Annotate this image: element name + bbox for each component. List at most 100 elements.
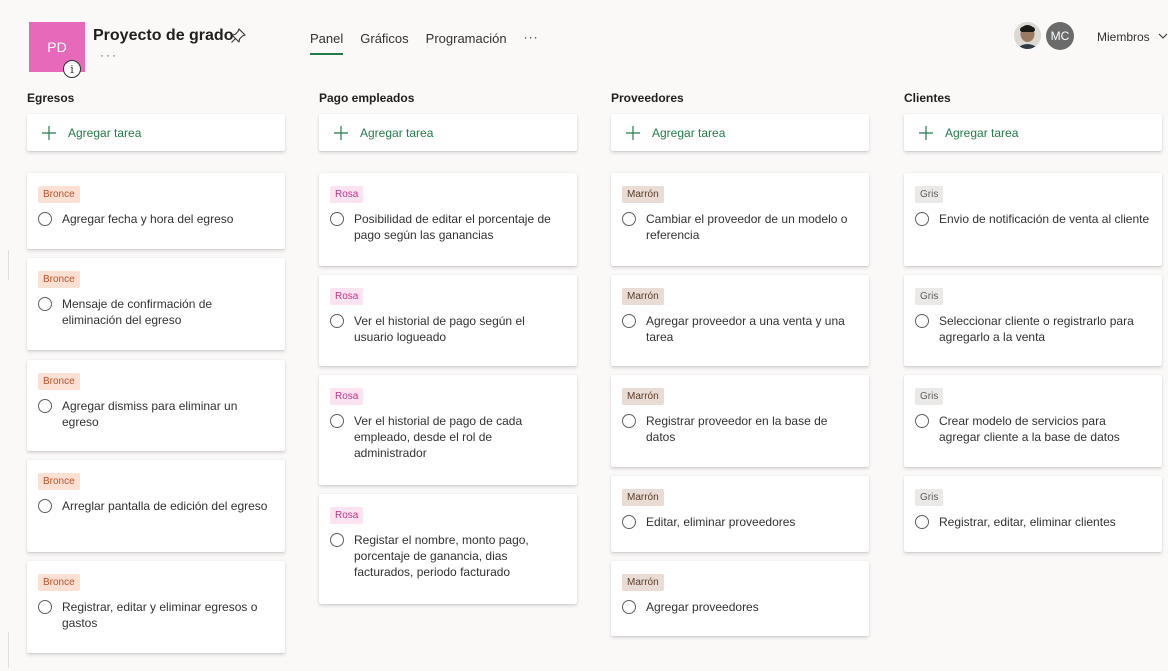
complete-task-checkbox[interactable]: [622, 314, 636, 328]
task-card[interactable]: Marrón Registrar proveedor en la base de…: [611, 375, 869, 467]
task-label: Rosa: [330, 186, 364, 203]
plus-icon: [334, 125, 348, 140]
task-title: Agregar proveedores: [646, 600, 759, 614]
user-photo-icon: [1014, 22, 1041, 49]
add-task-button[interactable]: Agregar tarea: [904, 114, 1162, 151]
divider: [8, 632, 9, 668]
task-label: Rosa: [330, 388, 364, 405]
tab-programacion[interactable]: Programación: [426, 31, 507, 46]
bucket-clientes: Clientes Agregar tarea Gris Envio de not…: [904, 91, 1162, 552]
task-title: Arreglar pantalla de edición del egreso: [62, 499, 268, 513]
task-card[interactable]: Marrón Editar, eliminar proveedores: [611, 476, 869, 552]
task-title: Posibilidad de editar el porcentaje de p…: [354, 212, 551, 242]
avatar-photo[interactable]: [1014, 22, 1041, 49]
complete-task-checkbox[interactable]: [915, 212, 929, 226]
complete-task-checkbox[interactable]: [330, 314, 344, 328]
complete-task-checkbox[interactable]: [915, 414, 929, 428]
complete-task-checkbox[interactable]: [622, 515, 636, 529]
task-card[interactable]: Marrón Agregar proveedor a una venta y u…: [611, 275, 869, 366]
complete-task-checkbox[interactable]: [622, 212, 636, 226]
add-task-button[interactable]: Agregar tarea: [27, 114, 285, 151]
task-title: Agregar fecha y hora del egreso: [62, 212, 234, 226]
tabs-more-button[interactable]: ···: [524, 30, 539, 46]
add-task-button[interactable]: Agregar tarea: [319, 114, 577, 151]
task-title: Agregar dismiss para eliminar un egreso: [62, 399, 238, 429]
add-task-button[interactable]: Agregar tarea: [611, 114, 869, 151]
task-label: Marrón: [622, 288, 664, 305]
task-title: Ver el historial de pago de cada emplead…: [354, 414, 523, 460]
task-label: Rosa: [330, 288, 364, 305]
task-title: Registrar, editar y eliminar egresos o g…: [62, 600, 258, 630]
task-card[interactable]: Marrón Agregar proveedores: [611, 561, 869, 636]
task-label: Bronce: [38, 373, 80, 390]
avatar[interactable]: MC: [1046, 22, 1074, 50]
complete-task-checkbox[interactable]: [330, 212, 344, 226]
task-label: Marrón: [622, 489, 664, 506]
complete-task-checkbox[interactable]: [38, 212, 52, 226]
task-label: Marrón: [622, 574, 664, 591]
info-icon[interactable]: i: [63, 60, 81, 78]
task-card[interactable]: Bronce Arreglar pantalla de edición del …: [27, 460, 285, 552]
task-card[interactable]: Bronce Agregar fecha y hora del egreso: [27, 173, 285, 249]
task-card[interactable]: Rosa Registar el nombre, monto pago, por…: [319, 494, 577, 604]
task-label: Gris: [915, 288, 944, 305]
chevron-down-icon[interactable]: [1158, 32, 1168, 40]
task-title: Crear modelo de servicios para agregar c…: [939, 414, 1120, 444]
task-card[interactable]: Bronce Mensaje de confirmación de elimin…: [27, 258, 285, 350]
plan-more-button[interactable]: ···: [100, 48, 118, 62]
task-card[interactable]: Bronce Agregar dismiss para eliminar un …: [27, 360, 285, 451]
divider: [8, 250, 9, 280]
task-title: Mensaje de confirmación de eliminación d…: [62, 297, 213, 327]
complete-task-checkbox[interactable]: [38, 499, 52, 513]
task-title: Registrar proveedor en la base de datos: [646, 414, 828, 444]
complete-task-checkbox[interactable]: [38, 600, 52, 614]
bucket-title[interactable]: Egresos: [27, 91, 285, 105]
task-title: Agregar proveedor a una venta y una tare…: [646, 314, 845, 344]
complete-task-checkbox[interactable]: [622, 600, 636, 614]
task-label: Gris: [915, 388, 944, 405]
complete-task-checkbox[interactable]: [38, 399, 52, 413]
task-card[interactable]: Gris Crear modelo de servicios para agre…: [904, 375, 1162, 467]
pin-icon[interactable]: [228, 26, 248, 46]
task-card[interactable]: Gris Envio de notificación de venta al c…: [904, 173, 1162, 266]
task-title: Seleccionar cliente o registrarlo para a…: [939, 314, 1134, 344]
complete-task-checkbox[interactable]: [622, 414, 636, 428]
bucket-egresos: Egresos Agregar tarea Bronce Agregar fec…: [27, 91, 285, 653]
task-card[interactable]: Gris Seleccionar cliente o registrarlo p…: [904, 275, 1162, 366]
complete-task-checkbox[interactable]: [38, 297, 52, 311]
task-title: Registar el nombre, monto pago, porcenta…: [354, 533, 529, 579]
plus-icon: [42, 125, 56, 140]
bucket-title[interactable]: Clientes: [904, 91, 1162, 105]
task-label: Gris: [915, 489, 944, 506]
complete-task-checkbox[interactable]: [915, 515, 929, 529]
bucket-title[interactable]: Proveedores: [611, 91, 869, 105]
bucket-proveedores: Proveedores Agregar tarea Marrón Cambiar…: [611, 91, 869, 636]
complete-task-checkbox[interactable]: [330, 414, 344, 428]
task-title: Envio de notificación de venta al client…: [939, 212, 1150, 226]
task-label: Bronce: [38, 473, 80, 490]
tab-panel[interactable]: Panel: [310, 31, 344, 55]
tab-graficos[interactable]: Gráficos: [360, 31, 408, 46]
task-label: Rosa: [330, 507, 364, 524]
task-card[interactable]: Marrón Cambiar el proveedor de un modelo…: [611, 173, 869, 266]
task-title: Registrar, editar, eliminar clientes: [939, 515, 1116, 529]
task-label: Bronce: [38, 186, 80, 203]
plan-title: Proyecto de grado: [93, 27, 234, 44]
task-card[interactable]: Rosa Posibilidad de editar el porcentaje…: [319, 173, 577, 266]
task-label: Bronce: [38, 271, 80, 288]
tab-bar: Panel Gráficos Programación ···: [310, 30, 539, 55]
bucket-title[interactable]: Pago empleados: [319, 91, 577, 105]
task-label: Marrón: [622, 388, 664, 405]
task-title: Ver el historial de pago según el usuari…: [354, 314, 525, 344]
task-card[interactable]: Rosa Ver el historial de pago según el u…: [319, 275, 577, 366]
complete-task-checkbox[interactable]: [915, 314, 929, 328]
task-label: Bronce: [38, 574, 80, 591]
task-card[interactable]: Gris Registrar, editar, eliminar cliente…: [904, 476, 1162, 552]
task-label: Marrón: [622, 186, 664, 203]
members-button[interactable]: Miembros: [1097, 30, 1150, 44]
task-label: Gris: [915, 186, 944, 203]
complete-task-checkbox[interactable]: [330, 533, 344, 547]
task-card[interactable]: Bronce Registrar, editar y eliminar egre…: [27, 561, 285, 653]
task-title: Cambiar el proveedor de un modelo o refe…: [646, 212, 848, 242]
task-card[interactable]: Rosa Ver el historial de pago de cada em…: [319, 375, 577, 485]
